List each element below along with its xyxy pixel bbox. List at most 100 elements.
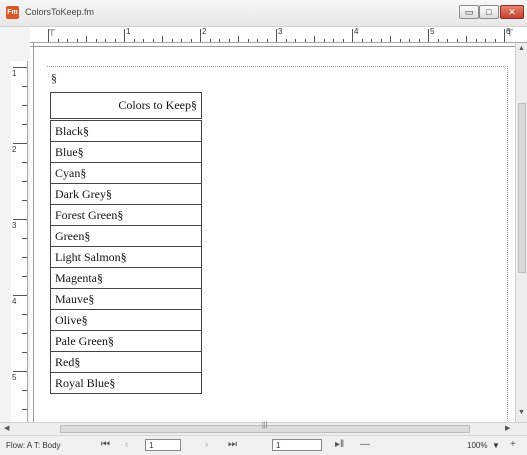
- ruler-tick: [200, 29, 201, 42]
- framemaker-app-icon[interactable]: Fm: [6, 6, 19, 19]
- title-bar[interactable]: Fm ColorsToKeep.fm ▭ □ ✕: [0, 0, 527, 27]
- colors-to-keep-table[interactable]: Colors to Keep§ Black§ Blue§ Cyan§ Dark …: [50, 92, 202, 394]
- ruler-tick: [133, 39, 135, 42]
- table-cell[interactable]: Blue§: [50, 141, 202, 163]
- table-row: Light Salmon§: [50, 246, 202, 268]
- ruler-tick: [22, 124, 27, 125]
- ruler-tick: [494, 39, 496, 42]
- paragraph-mark[interactable]: §: [51, 71, 57, 86]
- ruler-tick: [323, 39, 325, 42]
- ruler-tick: [22, 238, 27, 239]
- ruler-tick: [22, 276, 27, 277]
- ruler-tick: [22, 200, 27, 201]
- page-edge-top: [30, 46, 515, 47]
- ruler-tick: [152, 39, 154, 42]
- table-cell[interactable]: Olive§: [50, 309, 202, 331]
- ruler-tick: [447, 39, 448, 42]
- ruler-tick: [22, 333, 27, 334]
- zoom-level[interactable]: 100%: [467, 441, 487, 450]
- last-page-button[interactable]: ⏭: [228, 439, 237, 450]
- ruler-tick: [456, 39, 458, 42]
- scroll-down-arrow-icon[interactable]: ▼: [518, 409, 525, 416]
- table-cell[interactable]: Forest Green§: [50, 204, 202, 226]
- left-indent-marker[interactable]: ⊤: [48, 28, 56, 39]
- document-canvas[interactable]: § Colors to Keep§ Black§ Blue§ Cyan§ Dar…: [30, 43, 515, 422]
- table-row: Mauve§: [50, 288, 202, 310]
- table-cell[interactable]: Black§: [50, 119, 202, 142]
- ruler-tick: [475, 39, 477, 42]
- ruler-tick: [418, 39, 420, 42]
- ruler-tick: [171, 39, 173, 42]
- scroll-right-arrow-icon[interactable]: ▶: [505, 424, 510, 432]
- maximize-button[interactable]: □: [479, 5, 499, 19]
- table-cell[interactable]: Magenta§: [50, 267, 202, 289]
- ruler-tick: [333, 39, 334, 42]
- table-cell[interactable]: Red§: [50, 351, 202, 373]
- view-toggle-icon[interactable]: ▸ǁ: [335, 439, 344, 450]
- ruler-number: 3: [278, 27, 283, 36]
- ruler-tick: [114, 39, 116, 42]
- ruler-number: 2: [202, 27, 207, 36]
- next-page-button[interactable]: ›: [205, 439, 208, 450]
- zoom-in-button[interactable]: +: [510, 439, 516, 450]
- table-cell[interactable]: Dark Grey§: [50, 183, 202, 205]
- page-number-field[interactable]: 1: [145, 439, 181, 451]
- ruler-tick: [124, 29, 125, 42]
- ruler-tick: [304, 39, 306, 42]
- table-cell[interactable]: Light Salmon§: [50, 246, 202, 268]
- ruler-tick: [428, 29, 429, 42]
- table-cell[interactable]: Mauve§: [50, 288, 202, 310]
- ruler-number: 5: [12, 373, 17, 382]
- table-cell[interactable]: Royal Blue§: [50, 372, 202, 394]
- scroll-left-arrow-icon[interactable]: ◀: [4, 424, 9, 432]
- ruler-tick: [76, 39, 78, 42]
- ruler-tick: [181, 39, 182, 42]
- ruler-number: 1: [126, 27, 131, 36]
- window-title: ColorsToKeep.fm: [25, 7, 95, 17]
- table-cell[interactable]: Pale Green§: [50, 330, 202, 352]
- ruler-tick: [352, 29, 353, 42]
- ruler-tick: [13, 67, 27, 68]
- zoom-out-button[interactable]: —: [360, 439, 370, 450]
- scroll-grip-icon: |||: [262, 422, 268, 429]
- close-button[interactable]: ✕: [500, 5, 524, 19]
- horizontal-ruler[interactable]: ⊤ ⊤ 123456: [30, 27, 527, 43]
- vertical-scrollbar[interactable]: ▲ ▼: [515, 43, 527, 422]
- ruler-tick: [371, 39, 372, 42]
- scroll-up-arrow-icon[interactable]: ▲: [518, 45, 525, 52]
- horizontal-scrollbar[interactable]: ◀ ||| ▶: [0, 422, 527, 435]
- ruler-tick: [314, 36, 315, 42]
- ruler-tick: [22, 390, 27, 391]
- table-cell[interactable]: Green§: [50, 225, 202, 247]
- ruler-tick: [361, 39, 363, 42]
- previous-page-button[interactable]: ‹: [125, 439, 128, 450]
- table-row: Red§: [50, 351, 202, 373]
- ruler-number: 1: [12, 69, 17, 78]
- ruler-number: 3: [12, 221, 17, 230]
- zoom-dropdown-arrow-icon[interactable]: ▼: [492, 441, 500, 450]
- ruler-number: 5: [430, 27, 435, 36]
- ruler-tick: [105, 39, 106, 42]
- ruler-tick: [22, 409, 27, 410]
- table-row: Cyan§: [50, 162, 202, 184]
- vertical-scroll-thumb[interactable]: [518, 103, 526, 273]
- ruler-tick: [86, 36, 87, 42]
- table-row: Royal Blue§: [50, 372, 202, 394]
- table-cell[interactable]: Cyan§: [50, 162, 202, 184]
- go-to-page-field[interactable]: 1: [272, 439, 322, 451]
- ruler-tick: [22, 86, 27, 87]
- ruler-tick: [228, 39, 230, 42]
- ruler-tick: [22, 314, 27, 315]
- minimize-button[interactable]: ▭: [459, 5, 479, 19]
- ruler-tick: [22, 105, 27, 106]
- table-row: Dark Grey§: [50, 183, 202, 205]
- table-header-cell[interactable]: Colors to Keep§: [50, 92, 202, 121]
- table-row: Olive§: [50, 309, 202, 331]
- ruler-tick: [399, 39, 401, 42]
- ruler-tick: [342, 39, 344, 42]
- ruler-tick: [504, 29, 505, 42]
- first-page-button[interactable]: ⏮: [101, 439, 110, 450]
- table-row: Forest Green§: [50, 204, 202, 226]
- ruler-tick: [238, 36, 239, 42]
- ruler-tick: [219, 39, 220, 42]
